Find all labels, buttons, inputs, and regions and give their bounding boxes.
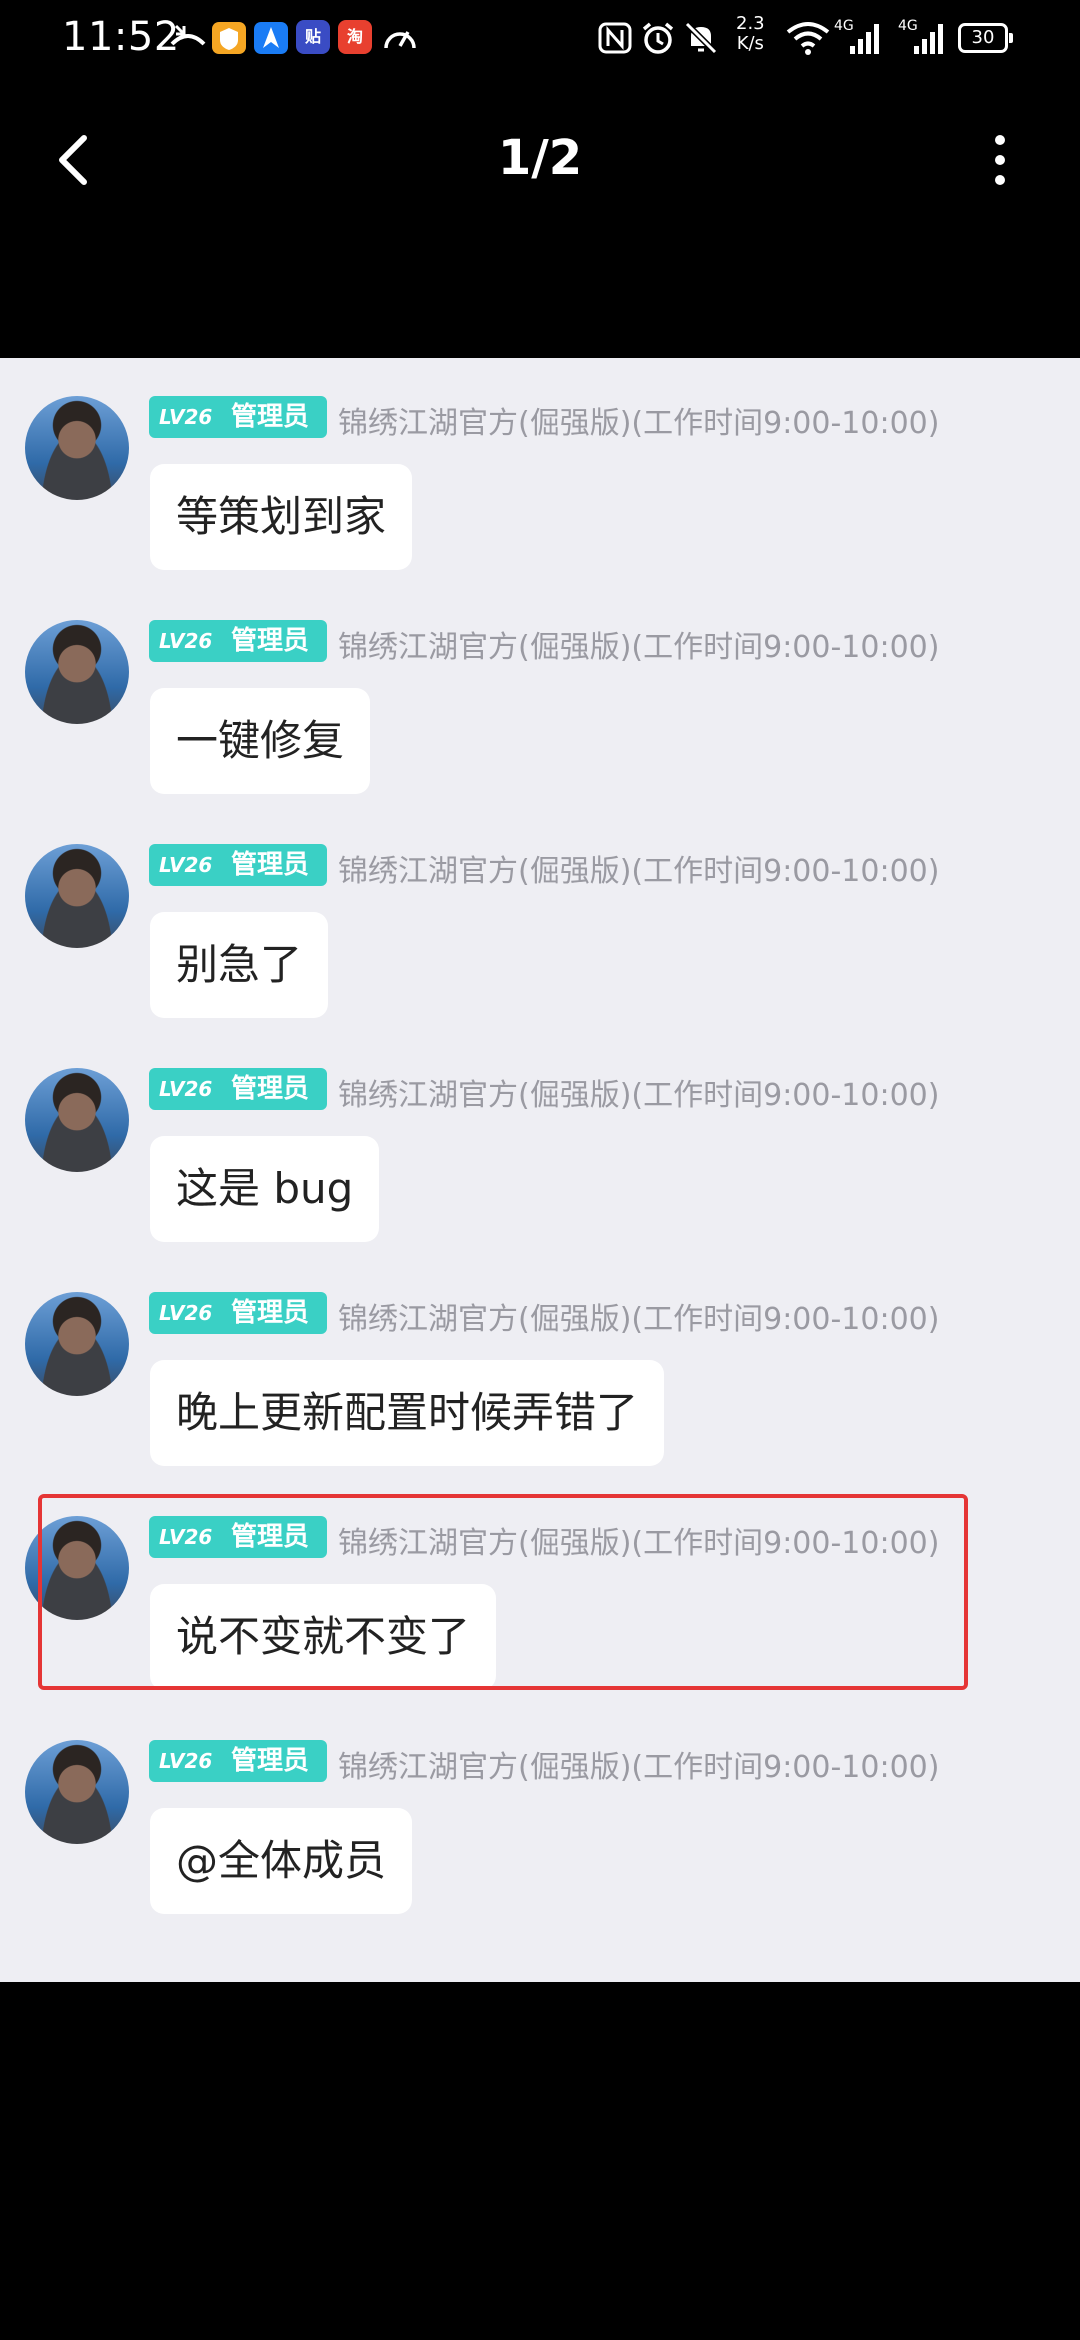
- chat-message: LV26 管理员 锦绣江湖官方(倔强版)(工作时间9:00-10:00) 等策划到…: [0, 358, 1080, 570]
- message-bubble: @全体成员: [150, 1808, 413, 1914]
- signal-1-icon: [850, 24, 879, 54]
- level-badge: LV26 管理员: [149, 396, 327, 438]
- mute-bell-icon: [684, 21, 718, 55]
- message-bubble: 等策划到家: [150, 464, 413, 570]
- level-badge: LV26 管理员: [149, 620, 327, 662]
- nfc-icon: [598, 22, 632, 54]
- battery-indicator: 30: [958, 23, 1013, 53]
- sender-name: 锦绣江湖官方(倔强版)(工作时间9:00-10:00): [338, 1750, 940, 1785]
- top-nav-bar: 1/2: [0, 100, 1080, 220]
- viewed-image[interactable]: LV26 管理员 锦绣江湖官方(倔强版)(工作时间9:00-10:00) 等策划到…: [0, 358, 1080, 1982]
- speedometer-icon: [384, 31, 416, 49]
- shield-app-icon: [212, 22, 246, 54]
- chat-message: LV26 管理员 锦绣江湖官方(倔强版)(工作时间9:00-10:00) 别急了: [0, 806, 1080, 1018]
- sender-name: 锦绣江湖官方(倔强版)(工作时间9:00-10:00): [338, 1302, 940, 1337]
- chat-message: LV26 管理员 锦绣江湖官方(倔强版)(工作时间9:00-10:00) 这是 b…: [0, 1030, 1080, 1242]
- navigation-app-icon: [254, 22, 288, 54]
- message-bubble: 别急了: [150, 912, 329, 1018]
- red-highlight-box: [38, 1494, 968, 1690]
- more-options-icon[interactable]: [964, 124, 1036, 196]
- missed-call-icon: [170, 24, 206, 46]
- status-bar: 11:52 贴 淘 2.3 K/s 4G 4G 30: [0, 0, 1080, 78]
- avatar: [25, 1292, 129, 1396]
- chat-message: LV26 管理员 锦绣江湖官方(倔强版)(工作时间9:00-10:00) @全体成…: [0, 1702, 1080, 1914]
- status-time: 11:52: [62, 14, 180, 60]
- sender-name: 锦绣江湖官方(倔强版)(工作时间9:00-10:00): [338, 854, 940, 889]
- avatar: [25, 1068, 129, 1172]
- sender-name: 锦绣江湖官方(倔强版)(工作时间9:00-10:00): [338, 630, 940, 665]
- avatar: [25, 1740, 129, 1844]
- message-bubble: 晚上更新配置时候弄错了: [150, 1360, 665, 1466]
- message-bubble: 一键修复: [150, 688, 371, 794]
- avatar: [25, 620, 129, 724]
- signal-2-icon: [914, 24, 943, 54]
- wifi-icon: [786, 22, 830, 55]
- chat-message: LV26 管理员 锦绣江湖官方(倔强版)(工作时间9:00-10:00) 一键修复: [0, 582, 1080, 794]
- avatar: [25, 396, 129, 500]
- tieba-app-icon: 贴: [296, 20, 330, 54]
- chat-message: LV26 管理员 锦绣江湖官方(倔强版)(工作时间9:00-10:00) 晚上更新…: [0, 1254, 1080, 1466]
- level-badge: LV26 管理员: [149, 1068, 327, 1110]
- sender-name: 锦绣江湖官方(倔强版)(工作时间9:00-10:00): [338, 406, 940, 441]
- level-badge: LV26 管理员: [149, 1292, 327, 1334]
- level-badge: LV26 管理员: [149, 844, 327, 886]
- alarm-icon: [642, 22, 674, 54]
- taobao-app-icon: 淘: [338, 20, 372, 54]
- level-badge: LV26 管理员: [149, 1740, 327, 1782]
- message-bubble: 这是 bug: [150, 1136, 380, 1242]
- page-counter: 1/2: [497, 130, 583, 186]
- avatar: [25, 844, 129, 948]
- network-speed: 2.3 K/s: [736, 13, 765, 54]
- sender-name: 锦绣江湖官方(倔强版)(工作时间9:00-10:00): [338, 1078, 940, 1113]
